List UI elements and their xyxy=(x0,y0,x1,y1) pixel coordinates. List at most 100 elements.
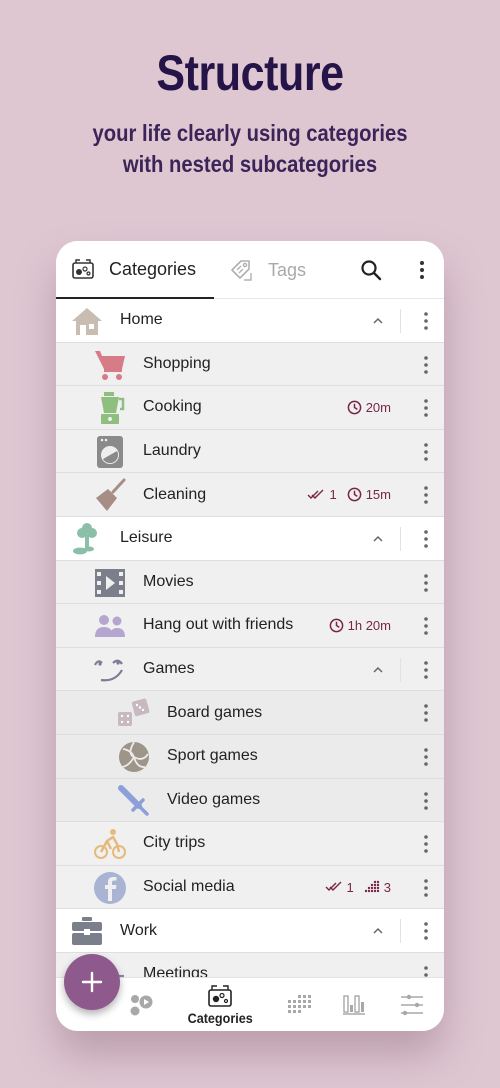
tab-tags[interactable]: Tags xyxy=(228,241,348,299)
more-vert-icon[interactable] xyxy=(422,660,430,680)
collapse-icon[interactable] xyxy=(370,531,386,547)
washing-machine-icon xyxy=(97,435,123,468)
category-row-sport-games[interactable]: Sport games xyxy=(56,734,444,779)
tab-tags-label: Tags xyxy=(268,259,307,280)
more-vert-icon[interactable] xyxy=(422,921,430,941)
category-row-home[interactable]: Home xyxy=(56,299,444,343)
more-vert-icon[interactable] xyxy=(422,485,430,505)
sword-icon xyxy=(118,784,149,816)
nav-calendar[interactable] xyxy=(278,978,322,1031)
more-vert-icon[interactable] xyxy=(422,529,430,549)
double-check-icon xyxy=(307,489,324,499)
category-label: Movies xyxy=(143,572,194,590)
collapse-icon[interactable] xyxy=(370,662,386,678)
more-vert-icon[interactable] xyxy=(422,442,430,462)
promo-subline-2: with nested subcategories xyxy=(122,151,378,177)
tab-categories-label: Categories xyxy=(109,258,197,279)
done-badge: 1 xyxy=(325,880,354,895)
more-vert-icon[interactable] xyxy=(422,311,430,331)
habit-badge: 3 xyxy=(364,880,391,895)
duration-badge: 20m xyxy=(347,400,391,415)
more-vert-icon[interactable] xyxy=(422,573,430,593)
category-label: Sport games xyxy=(167,747,258,765)
more-vert-icon[interactable] xyxy=(422,355,430,375)
done-badge: 1 xyxy=(307,487,337,503)
category-row-board-games[interactable]: Board games xyxy=(56,691,444,735)
category-row-shopping[interactable]: Shopping xyxy=(56,342,444,387)
category-label: Hang out with friends xyxy=(143,616,294,634)
tree-icon xyxy=(73,522,97,555)
top-bar: Categories Tags xyxy=(56,241,444,299)
category-label: Social media xyxy=(143,878,235,896)
divider xyxy=(400,919,401,944)
more-vert-icon[interactable] xyxy=(422,703,430,723)
done-count: 1 xyxy=(346,879,354,895)
category-row-laundry[interactable]: Laundry xyxy=(56,429,444,474)
row-badges: 1 3 xyxy=(325,866,391,909)
dice-icon xyxy=(118,698,150,727)
category-row-city-trips[interactable]: City trips xyxy=(56,822,444,866)
nav-statistics[interactable] xyxy=(332,978,376,1031)
more-vert-icon[interactable] xyxy=(412,258,432,282)
nav-settings[interactable] xyxy=(390,978,434,1031)
category-row-cleaning[interactable]: Cleaning 1 15m xyxy=(56,473,444,517)
volleyball-icon xyxy=(119,741,149,772)
dot-grid-icon xyxy=(364,881,379,893)
category-label: Leisure xyxy=(120,529,173,547)
category-row-games[interactable]: Games xyxy=(56,647,444,692)
add-category-button[interactable] xyxy=(64,954,120,1010)
more-vert-icon[interactable] xyxy=(422,834,430,854)
nav-activities[interactable] xyxy=(120,978,164,1031)
category-label: Cleaning xyxy=(143,485,207,503)
promo-subline-1: your life clearly using categories xyxy=(92,120,408,146)
category-label: Work xyxy=(120,921,158,939)
category-row-movies[interactable]: Movies xyxy=(56,560,444,605)
category-label: Board games xyxy=(167,703,263,721)
nav-categories-label: Categories xyxy=(187,1010,253,1026)
categories-icon xyxy=(72,259,94,279)
duration-value: 1h 20m xyxy=(347,618,391,634)
category-row-video-games[interactable]: Video games xyxy=(56,778,444,823)
collapse-icon[interactable] xyxy=(370,313,386,329)
row-badges: 20m xyxy=(347,386,391,429)
category-label: Video games xyxy=(167,790,261,808)
more-vert-icon[interactable] xyxy=(422,747,430,767)
settings-sliders-icon xyxy=(401,994,423,1016)
smiley-icon xyxy=(94,659,123,682)
duration-badge: 15m xyxy=(347,487,391,502)
promo-headline: Structure xyxy=(156,45,344,101)
category-label: Cooking xyxy=(143,398,202,416)
more-vert-icon[interactable] xyxy=(422,398,430,418)
calendar-grid-icon xyxy=(288,995,311,1013)
divider xyxy=(400,309,401,333)
collapse-icon[interactable] xyxy=(370,923,386,939)
category-row-work[interactable]: Work xyxy=(56,909,444,953)
statistics-icon xyxy=(343,995,365,1015)
double-check-icon xyxy=(325,881,342,892)
tab-categories[interactable]: Categories xyxy=(56,241,214,299)
activities-icon xyxy=(130,995,153,1016)
more-vert-icon[interactable] xyxy=(422,791,430,811)
app-screen: Categories Tags Home Shopping Cooking 20… xyxy=(56,241,444,1031)
categories-icon xyxy=(208,985,232,1007)
tag-icon xyxy=(231,260,252,281)
category-row-leisure[interactable]: Leisure xyxy=(56,516,444,561)
search-icon[interactable] xyxy=(360,259,382,281)
briefcase-icon xyxy=(72,917,102,946)
clock-icon xyxy=(347,488,362,502)
nav-categories[interactable]: Categories xyxy=(180,978,260,1031)
plus-icon xyxy=(81,971,103,993)
divider xyxy=(400,657,401,682)
shopping-cart-icon xyxy=(95,350,125,380)
category-row-social-media[interactable]: Social media 1 3 xyxy=(56,865,444,910)
duration-value: 20m xyxy=(365,400,391,416)
house-icon xyxy=(72,308,102,335)
category-row-cooking[interactable]: Cooking 20m xyxy=(56,386,444,430)
done-count: 1 xyxy=(329,487,337,503)
category-row-hang-out[interactable]: Hang out with friends 1h 20m xyxy=(56,604,444,648)
divider xyxy=(400,526,401,551)
more-vert-icon[interactable] xyxy=(422,616,430,636)
row-badges: 1 15m xyxy=(307,473,391,516)
more-vert-icon[interactable] xyxy=(422,878,430,898)
facebook-icon xyxy=(94,871,126,904)
